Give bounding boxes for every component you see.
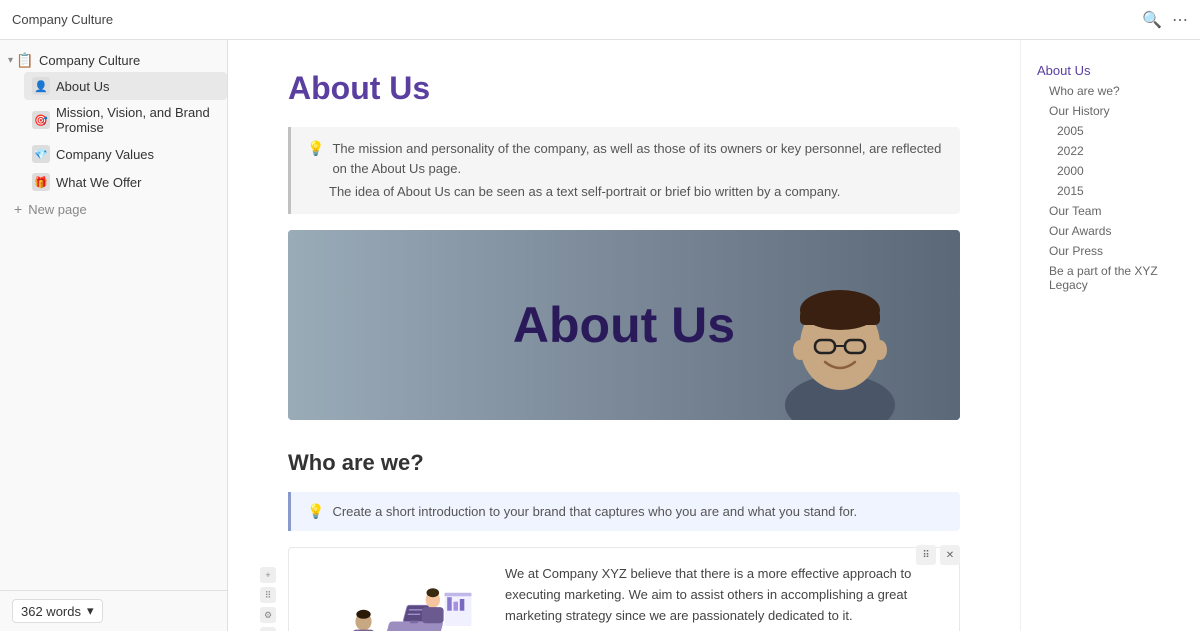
- hero-title-overlay: About Us: [513, 296, 735, 354]
- toc-item-4[interactable]: 2022: [1037, 141, 1184, 161]
- top-bar-title: Company Culture: [12, 12, 113, 27]
- sidebar-child-label-offer: What We Offer: [56, 175, 142, 190]
- block-controls-left: + ⠿ ⚙ +: [260, 567, 276, 631]
- top-bar-icons: 🔍 ⋯: [1142, 10, 1188, 30]
- callout-row-2: The idea of About Us can be seen as a te…: [307, 182, 944, 202]
- toc-item-3[interactable]: 2005: [1037, 121, 1184, 141]
- block-controls-top: ⠿ ✕: [916, 545, 960, 565]
- toc-item-8[interactable]: Our Awards: [1037, 221, 1184, 241]
- hero-person-illustration: [760, 250, 920, 420]
- who-heading: Who are we?: [288, 450, 960, 476]
- chevron-down-icon: ▾: [8, 55, 13, 66]
- sidebar-item-about-us[interactable]: 👤 About Us: [24, 72, 227, 100]
- offer-icon: 🎁: [32, 173, 50, 191]
- callout-row-1: 💡 The mission and personality of the com…: [307, 139, 944, 178]
- sidebar: ▾ 📋 Company Culture 👤 About Us 🎯 Mission…: [0, 40, 228, 631]
- toc-item-10[interactable]: Be a part of the XYZ Legacy: [1037, 261, 1184, 295]
- more-icon[interactable]: ⋯: [1172, 10, 1188, 30]
- delete-icon[interactable]: ✕: [940, 545, 960, 565]
- top-bar: Company Culture 🔍 ⋯: [0, 0, 1200, 40]
- office-illustration: [305, 564, 485, 631]
- toc-item-5[interactable]: 2000: [1037, 161, 1184, 181]
- toc-item-2[interactable]: Our History: [1037, 101, 1184, 121]
- drag-block-icon[interactable]: ⠿: [260, 587, 276, 603]
- sidebar-item-offer[interactable]: 🎁 What We Offer: [24, 168, 227, 196]
- word-count-selector[interactable]: 362 words ▾: [12, 599, 103, 623]
- toc-item-7[interactable]: Our Team: [1037, 201, 1184, 221]
- right-toc: About UsWho are we?Our History2005202220…: [1020, 40, 1200, 631]
- para-1: We at Company XYZ believe that there is …: [505, 564, 943, 626]
- content-area: About Us 💡 The mission and personality o…: [228, 40, 1020, 631]
- toc-item-6[interactable]: 2015: [1037, 181, 1184, 201]
- sidebar-child-label-about-us: About Us: [56, 79, 109, 94]
- callout-box-intro: 💡 The mission and personality of the com…: [288, 127, 960, 214]
- callout-box-who: 💡 Create a short introduction to your br…: [288, 492, 960, 532]
- sidebar-child-label-mission: Mission, Vision, and Brand Promise: [56, 105, 219, 135]
- toc-list: About UsWho are we?Our History2005202220…: [1037, 60, 1184, 295]
- search-icon[interactable]: 🔍: [1142, 10, 1162, 30]
- toc-item-9[interactable]: Our Press: [1037, 241, 1184, 261]
- callout-text-1: The mission and personality of the compa…: [332, 139, 944, 178]
- drag-icon[interactable]: ⠿: [916, 545, 936, 565]
- callout-text-2: The idea of About Us can be seen as a te…: [307, 182, 840, 202]
- new-page-button[interactable]: + New page: [0, 196, 227, 222]
- values-icon: 💎: [32, 145, 50, 163]
- lightbulb-icon-2: 💡: [307, 503, 324, 520]
- word-count-bar: 362 words ▾: [0, 590, 227, 631]
- mission-icon: 🎯: [32, 111, 50, 129]
- sidebar-group-company-culture[interactable]: ▾ 📋 Company Culture: [0, 48, 227, 72]
- sidebar-item-mission[interactable]: 🎯 Mission, Vision, and Brand Promise: [24, 100, 227, 140]
- sidebar-child-label-values: Company Values: [56, 147, 154, 162]
- sidebar-group-label: Company Culture: [39, 53, 140, 68]
- word-count-chevron: ▾: [87, 603, 94, 619]
- sidebar-section: ▾ 📋 Company Culture 👤 About Us 🎯 Mission…: [0, 40, 227, 230]
- company-culture-icon: 📋: [17, 52, 33, 68]
- collapse-block-icon[interactable]: +: [260, 627, 276, 631]
- about-us-icon: 👤: [32, 77, 50, 95]
- word-count-label: 362 words: [21, 604, 81, 619]
- callout-row-who: 💡 Create a short introduction to your br…: [307, 502, 944, 522]
- plus-icon: +: [14, 201, 22, 217]
- page-title: About Us: [288, 70, 960, 107]
- settings-block-icon[interactable]: ⚙: [260, 607, 276, 623]
- new-page-label: New page: [28, 202, 87, 217]
- two-col-text-block: We at Company XYZ believe that there is …: [505, 564, 943, 631]
- sidebar-children: 👤 About Us 🎯 Mission, Vision, and Brand …: [0, 72, 227, 196]
- callout-text-who: Create a short introduction to your bran…: [332, 502, 857, 522]
- add-block-icon[interactable]: +: [260, 567, 276, 583]
- hero-image: About Us: [288, 230, 960, 420]
- two-col-block: We at Company XYZ believe that there is …: [288, 547, 960, 631]
- main-layout: ▾ 📋 Company Culture 👤 About Us 🎯 Mission…: [0, 40, 1200, 631]
- sidebar-item-values[interactable]: 💎 Company Values: [24, 140, 227, 168]
- lightbulb-icon: 💡: [307, 140, 324, 157]
- toc-item-1[interactable]: Who are we?: [1037, 81, 1184, 101]
- toc-item-0[interactable]: About Us: [1037, 60, 1184, 81]
- isometric-office-svg: [305, 564, 485, 631]
- two-col-wrapper: ⠿ ✕ + ⠿ ⚙ +: [288, 547, 960, 631]
